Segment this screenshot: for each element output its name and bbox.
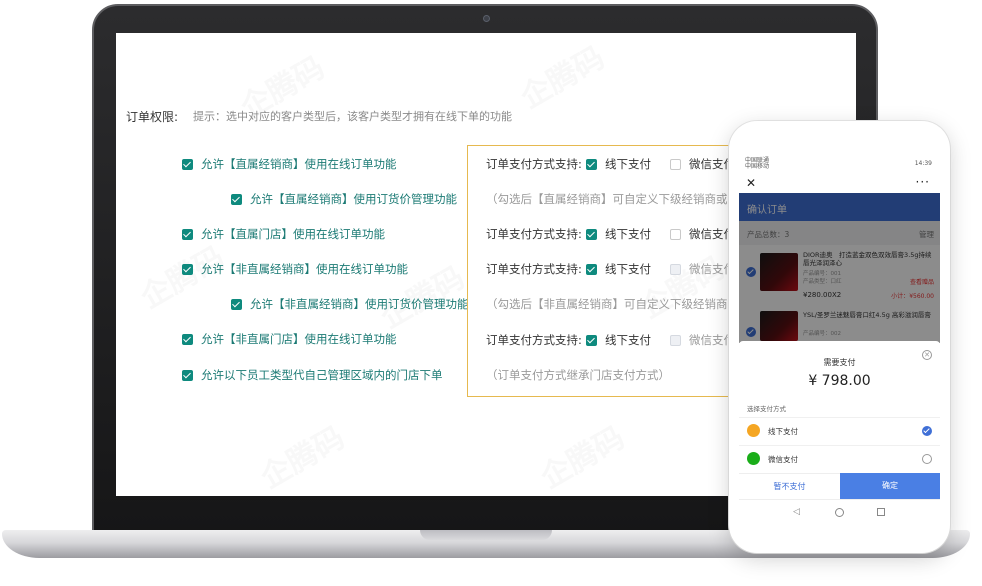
checkbox-checked[interactable] [586, 334, 597, 346]
pay-amount: ¥ 798.00 [808, 373, 871, 389]
laptop-notch [420, 530, 552, 540]
checkbox-checked[interactable] [182, 228, 193, 240]
payment-wechat-option[interactable]: 微信支付 [670, 156, 735, 172]
phone-screen: 中国联通 中国移动 14:39 ✕ ··· 确认订单 产品总数：3 管理 DIO… [739, 155, 940, 524]
option-employee-order-for-stores[interactable]: 允许以下员工类型代自己管理区域内的门店下单 [182, 367, 443, 383]
more-icon[interactable]: ··· [916, 175, 930, 189]
choose-method-label: 选择支付方式 [747, 405, 786, 413]
method-label: 微信支付 [768, 455, 798, 464]
payment-offline-option[interactable]: 线下支付 [586, 261, 651, 277]
payment-wechat-option[interactable]: 微信支付 [670, 261, 735, 277]
option-label: 允许【非直属门店】使用在线订单功能 [201, 332, 397, 346]
checkbox-checked[interactable] [182, 369, 193, 381]
checkbox-checked[interactable] [182, 333, 193, 345]
status-time: 14:39 [914, 160, 932, 167]
option-label: 允许【非直属经销商】使用在线订单功能 [201, 262, 408, 276]
sheet-title: 需要支付 [823, 358, 856, 367]
watermark: 企腾码 [535, 420, 631, 496]
payment-offline-label: 线下支付 [605, 333, 651, 347]
payment-offline-option[interactable]: 线下支付 [586, 332, 651, 348]
close-icon[interactable]: ✕ [922, 350, 932, 360]
payment-wechat-option[interactable]: 微信支付 [670, 332, 735, 348]
close-icon[interactable]: ✕ [746, 176, 756, 190]
option-indirect-dealer-online-order[interactable]: 允许【非直属经销商】使用在线订单功能 [182, 261, 408, 277]
option-direct-store-online-order[interactable]: 允许【直属门店】使用在线订单功能 [182, 226, 385, 242]
carrier-text: 中国联通 中国移动 [745, 158, 769, 170]
confirm-button[interactable]: 确定 [840, 473, 940, 499]
checkbox-unchecked[interactable] [670, 158, 681, 170]
order-permission-hint: 提示：选中对应的客户类型后，该客户类型才拥有在线下单的功能 [193, 110, 512, 123]
method-offline[interactable]: 线下支付 [739, 417, 940, 443]
checkbox-checked[interactable] [182, 158, 193, 170]
radio-selected[interactable] [922, 426, 932, 436]
option-label: 允许【直属门店】使用在线订单功能 [201, 227, 385, 241]
recent-apps-icon[interactable] [877, 508, 885, 516]
option-direct-dealer-online-order[interactable]: 允许【直属经销商】使用在线订单功能 [182, 156, 397, 172]
payment-note: （订单支付方式继承门店支付方式） [486, 368, 670, 382]
checkbox-checked[interactable] [586, 263, 597, 275]
android-nav-bar: ◁ [739, 499, 940, 524]
checkbox-checked[interactable] [586, 158, 597, 170]
checkbox-unchecked[interactable] [670, 228, 681, 240]
carrier-2: 中国移动 [745, 163, 770, 170]
payment-offline-label: 线下支付 [605, 157, 651, 171]
order-permission-label: 订单权限: [126, 110, 179, 124]
payment-note: （勾选后【非直属经销商】可自定义下级经销商或直 [486, 297, 751, 311]
checkbox-disabled[interactable] [670, 263, 681, 275]
wechat-icon [747, 452, 760, 465]
payment-support-label: 订单支付方式支持: [486, 157, 582, 171]
status-bar: 中国联通 中国移动 14:39 [739, 155, 940, 173]
checkbox-checked[interactable] [182, 263, 193, 275]
pay-later-button[interactable]: 暂不支付 [739, 473, 840, 499]
option-label: 允许【直属经销商】使用在线订单功能 [201, 157, 397, 171]
payment-support-label: 订单支付方式支持: [486, 227, 582, 241]
option-label: 允许【直属经销商】使用订货价管理功能 [250, 192, 457, 206]
payment-offline-label: 线下支付 [605, 262, 651, 276]
camera-icon [483, 15, 490, 22]
radio-unselected[interactable] [922, 454, 932, 464]
payment-support-label: 订单支付方式支持: [486, 333, 582, 347]
watermark: 企腾码 [255, 420, 351, 496]
watermark: 企腾码 [515, 40, 611, 116]
modal-overlay[interactable] [739, 193, 940, 343]
offline-pay-icon [747, 424, 760, 437]
option-direct-dealer-price-manage[interactable]: 允许【直属经销商】使用订货价管理功能 [231, 191, 457, 207]
option-label: 允许以下员工类型代自己管理区域内的门店下单 [201, 368, 443, 382]
home-icon[interactable] [835, 508, 844, 517]
checkbox-checked[interactable] [586, 228, 597, 240]
payment-offline-option[interactable]: 线下支付 [586, 156, 651, 172]
payment-note: （勾选后【直属经销商】可自定义下级经销商或直 [486, 192, 739, 206]
payment-offline-option[interactable]: 线下支付 [586, 226, 651, 242]
option-label: 允许【非直属经销商】使用订货价管理功能 [250, 297, 469, 311]
checkbox-checked[interactable] [231, 193, 242, 205]
method-wechat[interactable]: 微信支付 [739, 445, 940, 471]
back-icon[interactable]: ◁ [793, 507, 800, 517]
checkbox-disabled[interactable] [670, 334, 681, 346]
app-top-bar: ✕ ··· [739, 173, 940, 193]
option-indirect-store-online-order[interactable]: 允许【非直属门店】使用在线订单功能 [182, 331, 397, 347]
payment-support-label: 订单支付方式支持: [486, 262, 582, 276]
checkbox-checked[interactable] [231, 298, 242, 310]
method-label: 线下支付 [768, 427, 798, 436]
payment-offline-label: 线下支付 [605, 227, 651, 241]
payment-wechat-option[interactable]: 微信支付 [670, 226, 735, 242]
option-indirect-dealer-price-manage[interactable]: 允许【非直属经销商】使用订货价管理功能 [231, 296, 469, 312]
sheet-buttons: 暂不支付 确定 [739, 473, 940, 499]
